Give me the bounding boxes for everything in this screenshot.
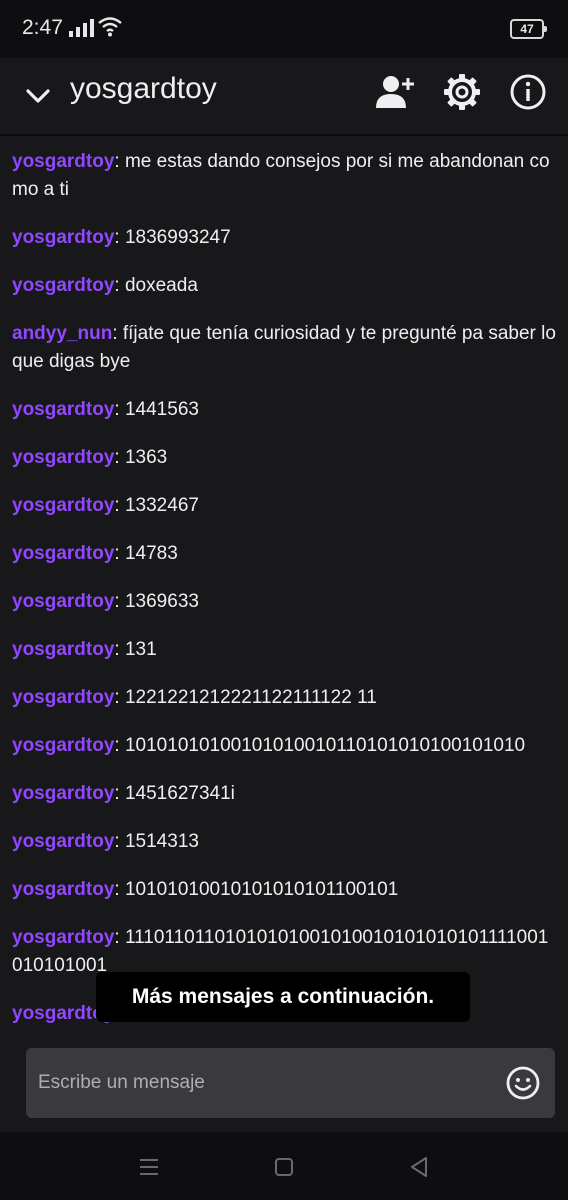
chat-message: yosgardtoy: 1363 — [12, 447, 168, 468]
chat-message: yosgardtoy: 1369633 — [12, 591, 199, 612]
chat-message: yosgardtoy: 131 — [12, 639, 157, 660]
emote-icon[interactable] — [505, 1065, 541, 1101]
chat-text: 14783 — [124, 543, 178, 564]
navigation-bar — [0, 1132, 568, 1200]
chat-username[interactable]: yosgardtoy — [12, 831, 114, 852]
status-time: 2:47 — [22, 16, 63, 39]
chat-message: yosgardtoy: 10101010010101010101100101 — [12, 879, 399, 900]
chat-message: yosgardtoy: 1221221212221122111122 11 — [12, 687, 377, 708]
battery-icon: 47 — [510, 19, 547, 39]
chat-username[interactable]: yosgardtoy — [12, 495, 114, 516]
chat-text: 1221221212221122111122 11 — [124, 687, 377, 708]
chat-username[interactable]: andyy_nun — [12, 323, 112, 344]
chat-username[interactable]: yosgardtoy — [12, 591, 114, 612]
chat-username[interactable]: yosgardtoy — [12, 927, 114, 948]
message-input[interactable]: Escribe un mensaje — [26, 1048, 555, 1118]
chat-username[interactable]: yosgardtoy — [12, 275, 114, 296]
chat-username[interactable]: yosgardtoy — [12, 783, 114, 804]
chat-message: yosgardtoy: 1451627341i — [12, 783, 235, 804]
chat-text: 1836993247 — [124, 227, 231, 248]
wifi-icon — [98, 17, 122, 37]
chat-message: yosgardtoy: doxeada — [12, 275, 198, 296]
recents-icon[interactable] — [136, 1154, 162, 1180]
chat-username[interactable]: yosgardtoy — [12, 227, 114, 248]
status-bar: 2:47 47 — [0, 0, 568, 58]
chat-text: 1451627341i — [124, 783, 235, 804]
chat-message: yosgardtoy: me estas dando consejos por … — [12, 151, 550, 200]
chat-text: 1369633 — [124, 591, 199, 612]
more-messages-button[interactable]: Más mensajes a continuación. — [96, 972, 470, 1022]
chat-username[interactable]: yosgardtoy — [12, 543, 114, 564]
add-user-icon — [376, 76, 414, 108]
chat-message: yosgardtoy: 1441563 — [12, 399, 199, 420]
chat-text: 1332467 — [124, 495, 199, 516]
back-icon[interactable] — [406, 1154, 432, 1180]
chat-message: yosgardtoy: 1010101010010101001011010101… — [12, 735, 526, 756]
home-icon[interactable] — [271, 1154, 297, 1180]
add-user-button[interactable] — [372, 70, 416, 114]
chat-message: yosgardtoy: 14783 — [12, 543, 178, 564]
chat-username[interactable]: yosgardtoy — [12, 447, 114, 468]
settings-button[interactable] — [440, 70, 484, 114]
info-icon — [510, 74, 546, 110]
chat-username[interactable]: yosgardtoy — [12, 399, 114, 420]
chat-text: 1514313 — [124, 831, 199, 852]
message-input-placeholder: Escribe un mensaje — [38, 1072, 205, 1093]
more-messages-label: Más mensajes a continuación. — [131, 985, 435, 1008]
chat-text: 1363 — [124, 447, 168, 468]
chat-message: andyy_nun: fíjate que tenía curiosidad y… — [12, 323, 556, 372]
chat-username[interactable]: yosgardtoy — [12, 151, 114, 172]
chat-message: yosgardtoy: 1332467 — [12, 495, 199, 516]
chat-username[interactable]: yosgardtoy — [12, 735, 114, 756]
chat-message: yosgardtoy: 1836993247 — [12, 227, 231, 248]
chat-text: 10101010100101010010110101010100101010 — [124, 735, 526, 756]
signal-icon — [69, 19, 94, 37]
chevron-down-icon[interactable] — [20, 78, 56, 114]
channel-name: yosgardtoy — [70, 72, 217, 105]
battery-level: 47 — [520, 22, 534, 36]
chat-text: doxeada — [124, 275, 198, 296]
chat-text: 1441563 — [124, 399, 199, 420]
gear-icon — [444, 74, 480, 110]
chat-text: 131 — [124, 639, 157, 660]
chat-username[interactable]: yosgardtoy — [12, 879, 114, 900]
chat-header: yosgardtoy — [0, 58, 568, 136]
chat-composer: Escribe un mensaje — [0, 1034, 568, 1132]
chat-username[interactable]: yosgardtoy — [12, 687, 114, 708]
info-button[interactable] — [506, 70, 550, 114]
chat-messages[interactable]: yosgardtoy: me estas dando consejos por … — [0, 136, 568, 1034]
chat-text: 10101010010101010101100101 — [124, 879, 399, 900]
chat-message: yosgardtoy: 1514313 — [12, 831, 199, 852]
chat-username[interactable]: yosgardtoy — [12, 639, 114, 660]
